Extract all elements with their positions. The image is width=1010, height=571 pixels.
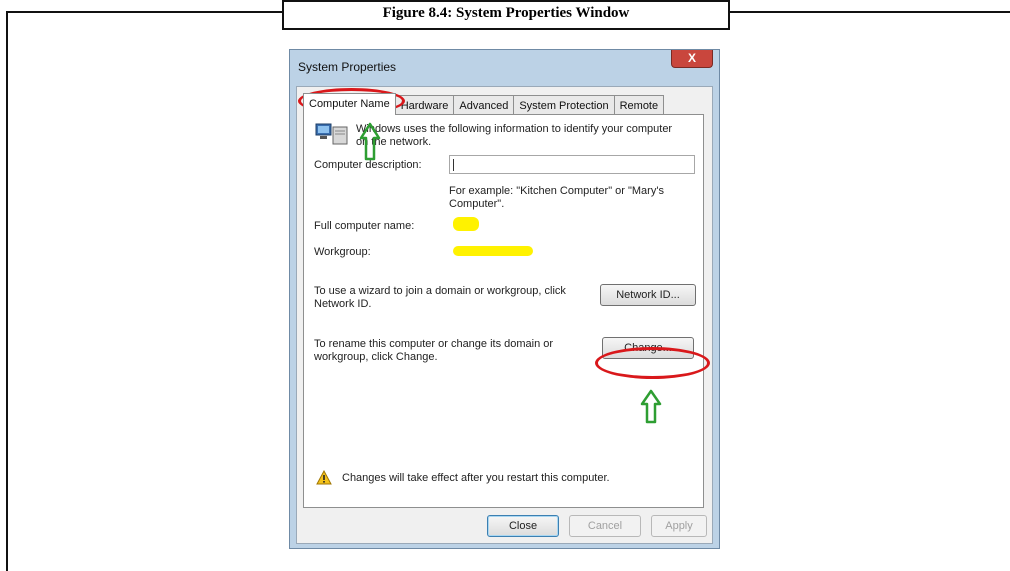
computer-network-icon xyxy=(315,123,348,145)
apply-button[interactable]: Apply xyxy=(651,515,707,537)
computer-name-panel: Windows uses the following information t… xyxy=(303,114,704,508)
tab-strip: Computer Name Hardware Advanced System P… xyxy=(303,93,665,115)
warning-icon xyxy=(316,470,332,485)
workgroup-label: Workgroup: xyxy=(314,246,371,258)
system-properties-window: System Properties X Computer Name Hardwa… xyxy=(289,49,720,549)
restart-warning-text: Changes will take effect after you resta… xyxy=(342,472,610,484)
rename-text: To rename this computer or change its do… xyxy=(314,338,554,363)
green-up-arrow-icon xyxy=(359,122,381,161)
window-title: System Properties xyxy=(298,60,397,74)
intro-text: Windows uses the following information t… xyxy=(356,123,673,148)
full-computer-name-label: Full computer name: xyxy=(314,220,415,232)
tab-remote[interactable]: Remote xyxy=(613,95,665,115)
close-icon: X xyxy=(687,51,696,65)
close-window-button[interactable]: X xyxy=(671,50,713,68)
cancel-button[interactable]: Cancel xyxy=(569,515,641,537)
redaction-highlight xyxy=(453,217,479,231)
network-id-button[interactable]: Network ID... xyxy=(600,284,696,306)
figure-caption: Figure 8.4: System Properties Window xyxy=(282,0,730,30)
network-id-text: To use a wizard to join a domain or work… xyxy=(314,285,566,310)
redaction-highlight xyxy=(453,246,533,256)
title-bar[interactable]: System Properties X xyxy=(290,50,719,86)
description-hint: For example: "Kitchen Computer" or "Mary… xyxy=(449,185,664,210)
green-up-arrow-icon xyxy=(640,389,662,424)
text-caret xyxy=(453,159,454,171)
tab-system-protection[interactable]: System Protection xyxy=(513,95,615,115)
change-button-highlight-ellipse xyxy=(595,347,710,379)
close-button[interactable]: Close xyxy=(487,515,559,537)
tab-computer-name[interactable]: Computer Name xyxy=(303,93,396,115)
tab-advanced[interactable]: Advanced xyxy=(453,95,515,115)
computer-description-input[interactable] xyxy=(449,155,695,174)
